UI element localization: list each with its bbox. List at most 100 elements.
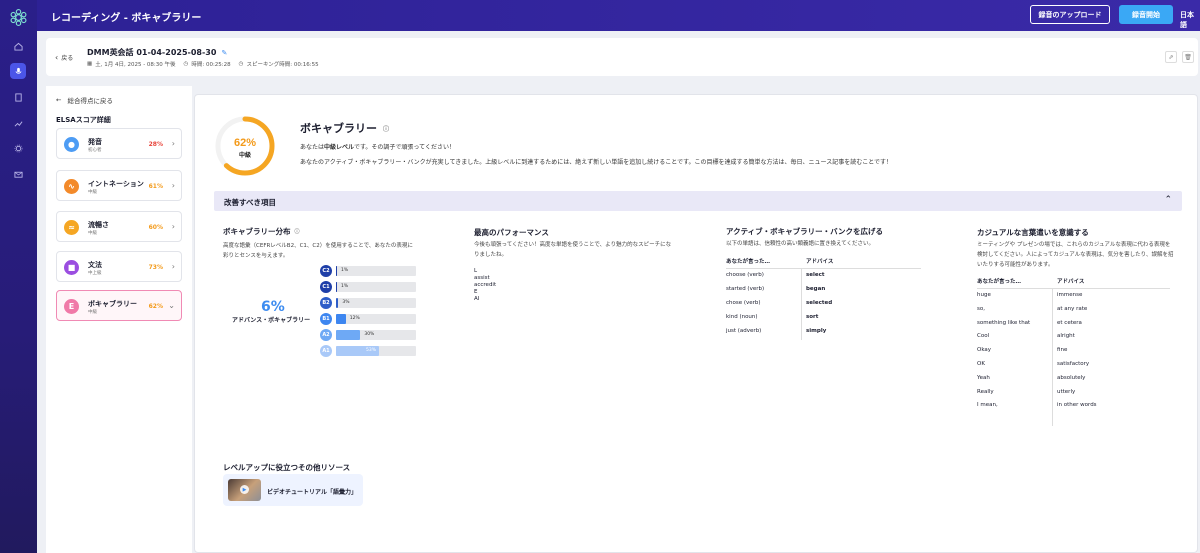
clock-icon: ◷: [183, 61, 189, 67]
elsa-logo-icon[interactable]: [9, 8, 28, 27]
active-vocab-title: アクティブ・ボキャブラリー・バンクを広げる: [726, 227, 884, 236]
level-badge: C1: [320, 281, 332, 293]
best-word: accredit: [474, 282, 497, 288]
vocabulary-level-text: あなたは中級レベルです。その調子で頑張ってください！: [300, 142, 455, 151]
book-icon[interactable]: [10, 89, 26, 105]
share-icon[interactable]: ⇗: [1165, 51, 1177, 63]
advice-word: absolutely: [1057, 374, 1086, 381]
upload-recording-button[interactable]: 録音のアップロード: [1030, 5, 1110, 24]
score-details-panel: ← 総合得点に戻る ELSAスコア詳細 ● 発音 初心者 28% › ∿ イントネ…: [46, 86, 192, 553]
category-fluency[interactable]: ≈ 流暢さ 中級 60% ›: [56, 211, 182, 242]
advice-word: select: [806, 272, 825, 278]
distribution-row-b1: B1 12%: [320, 313, 417, 325]
resources-title: レベルアップに役立つその他リソース: [223, 463, 351, 472]
language-selector[interactable]: 日本語: [1180, 10, 1200, 30]
category-pronunciation[interactable]: ● 発音 初心者 28% ›: [56, 128, 182, 159]
chevron-right-icon: ›: [171, 222, 175, 231]
play-icon: ▶: [240, 485, 249, 494]
col-header-said: あなたが言った…: [726, 259, 771, 265]
bar-fill: [336, 266, 337, 276]
bar-percent: 12%: [349, 316, 360, 321]
bar-percent: 1%: [341, 268, 349, 273]
category-name: 文法: [88, 261, 102, 269]
top-bar: レコーディング - ボキャブラリー 録音のアップロード 録音開始 日本語: [37, 0, 1200, 31]
category-percent: 62%: [148, 303, 163, 310]
table-divider: [977, 288, 1170, 289]
chevron-down-icon: ⌄: [168, 301, 175, 310]
chart-icon[interactable]: [10, 115, 26, 131]
advice-word: fine: [1057, 347, 1068, 354]
start-recording-button[interactable]: 録音開始: [1119, 5, 1173, 24]
chevron-left-icon: ‹: [55, 53, 59, 62]
said-word: so,: [977, 305, 985, 312]
speaking-time: スピーキング時間: 00:16:55: [246, 62, 319, 68]
bar-percent: 30%: [364, 332, 375, 337]
chevron-up-icon[interactable]: ⌃: [1164, 195, 1172, 205]
back-button[interactable]: ‹ 戻る: [55, 53, 73, 62]
active-vocab-description: 以下の単語は、信頼性の高い類義語に置き換えてください。: [726, 241, 875, 247]
advice-word: utterly: [1057, 388, 1076, 395]
advice-word: simply: [806, 328, 827, 334]
category-level: 初心者: [88, 148, 102, 153]
mail-icon[interactable]: [10, 166, 26, 182]
table-divider: [726, 268, 921, 269]
advice-word: selected: [806, 300, 833, 306]
improvement-section-header[interactable]: 改善すべき項目 ⌃: [214, 191, 1182, 211]
timer-icon: ◷: [238, 61, 244, 67]
video-tutorial-card[interactable]: ▶ ビデオチュートリアル「語彙力」: [223, 474, 363, 506]
desc-level: 中級レベル: [324, 144, 355, 151]
bar-fill: [336, 314, 346, 324]
elsa-score-heading: ELSAスコア詳細: [56, 116, 111, 124]
category-name: 発音: [88, 138, 102, 146]
advanced-vocab-label: アドバンス・ボキャブラリー: [232, 317, 311, 324]
category-level: 中上級: [88, 271, 102, 276]
category-percent: 61%: [148, 183, 163, 190]
category-name: 流暢さ: [88, 221, 109, 229]
back-to-overall-link[interactable]: ← 総合得点に戻る: [56, 95, 113, 105]
trash-icon[interactable]: 🗑: [1182, 51, 1194, 63]
level-badge: B1: [320, 313, 332, 325]
bar-track: 1%: [336, 282, 416, 292]
said-word: I mean,: [977, 402, 998, 409]
best-word: E: [474, 289, 478, 295]
table-column-divider: [801, 268, 802, 340]
info-icon[interactable]: ⓘ: [383, 124, 389, 133]
vocabulary-detail-panel: 62% 中級 ボキャブラリー ⓘ あなたは中級レベルです。その調子で頑張ってくださ…: [194, 94, 1198, 553]
casual-language-description: ミーティングや プレゼンの場では、これらのカジュアルな表現に代わる表現を検討して…: [977, 242, 1174, 268]
advanced-vocab-percent: 6%: [261, 299, 285, 315]
bar-fill: [336, 330, 361, 340]
info-icon[interactable]: ⓘ: [295, 228, 300, 235]
category-name: イントネーション: [88, 180, 144, 188]
bar-percent: 3%: [342, 300, 350, 305]
category-level: 中級: [88, 310, 97, 315]
category-intonation[interactable]: ∿ イントネーション 中級 61% ›: [56, 170, 182, 201]
distribution-row-a1: A1 53%: [320, 345, 417, 357]
col-header-advice: アドバイス: [1057, 279, 1085, 285]
level-badge: A2: [320, 329, 332, 341]
back-to-overall-label: 総合得点に戻る: [67, 97, 113, 105]
category-grammar[interactable]: ■ 文法 中上級 73% ›: [56, 251, 182, 282]
microphone-icon[interactable]: [10, 63, 26, 79]
said-word: started (verb): [726, 286, 765, 292]
advice-word: satisfactory: [1057, 361, 1090, 367]
advice-word: et cetera: [1057, 319, 1082, 326]
distribution-row-a2: A2 30%: [320, 329, 417, 341]
table-column-divider: [1052, 288, 1053, 426]
distribution-row-c1: C1 1%: [320, 281, 417, 293]
recording-date: 土, 1月 4日, 2025 - 08:30 午後: [95, 62, 176, 68]
desc-suffix: です。その調子で頑張ってください！: [354, 144, 455, 151]
gear-icon[interactable]: [10, 140, 26, 156]
advice-word: sort: [806, 314, 819, 320]
level-badge: C2: [320, 265, 332, 277]
bar-track: 1%: [336, 266, 416, 276]
category-vocabulary[interactable]: E ボキャブラリー 中級 62% ⌄: [56, 290, 182, 321]
best-word: assist: [474, 275, 490, 281]
calendar-icon: ▦: [87, 61, 93, 67]
best-words-list: L assist accredit E AI: [474, 268, 496, 303]
grammar-icon: ■: [64, 260, 79, 275]
edit-icon[interactable]: ✎: [221, 49, 227, 57]
best-performance-title: 最高のパフォーマンス: [474, 228, 549, 237]
score-level: 中級: [239, 151, 251, 159]
home-icon[interactable]: [10, 38, 26, 54]
recording-info-card: ‹ 戻る DMM英会話 01-04-2025-08-30 ✎ ▦ 土, 1月 4日, …: [46, 38, 1198, 76]
